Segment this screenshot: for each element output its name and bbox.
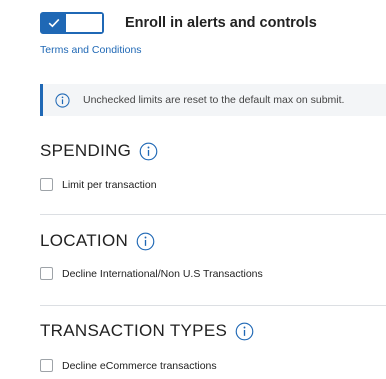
enroll-label: Enroll in alerts and controls xyxy=(125,15,317,31)
section-title-spending: SPENDING xyxy=(40,141,158,161)
option-decline-ecommerce: Decline eCommerce transactions xyxy=(40,359,217,372)
option-label: Decline International/Non U.S Transactio… xyxy=(62,267,263,280)
limit-per-transaction-checkbox[interactable] xyxy=(40,178,53,191)
option-limit-per-transaction: Limit per transaction xyxy=(40,178,157,191)
toggle-on-segment xyxy=(42,14,66,32)
transaction-types-info-icon[interactable] xyxy=(235,322,254,341)
decline-international-checkbox[interactable] xyxy=(40,267,53,280)
location-info-icon[interactable] xyxy=(136,232,155,251)
terms-and-conditions-link[interactable]: Terms and Conditions xyxy=(40,44,142,56)
option-label: Limit per transaction xyxy=(62,178,157,191)
spending-info-icon[interactable] xyxy=(139,142,158,161)
section-title-text: TRANSACTION TYPES xyxy=(40,321,228,340)
option-label: Decline eCommerce transactions xyxy=(62,359,217,372)
section-title-text: SPENDING xyxy=(40,141,132,160)
enroll-row: Enroll in alerts and controls xyxy=(40,11,317,35)
section-title-location: LOCATION xyxy=(40,231,155,251)
decline-ecommerce-checkbox[interactable] xyxy=(40,359,53,372)
section-divider xyxy=(40,214,386,215)
enroll-toggle[interactable] xyxy=(40,12,104,34)
section-title-transaction-types: TRANSACTION TYPES xyxy=(40,321,254,341)
toggle-off-segment xyxy=(66,14,102,32)
section-title-text: LOCATION xyxy=(40,231,129,250)
checkmark-icon xyxy=(48,18,60,28)
info-icon xyxy=(55,92,70,108)
section-divider xyxy=(40,305,386,306)
option-decline-international: Decline International/Non U.S Transactio… xyxy=(40,267,263,280)
info-banner: Unchecked limits are reset to the defaul… xyxy=(40,84,386,116)
info-banner-text: Unchecked limits are reset to the defaul… xyxy=(83,94,345,106)
